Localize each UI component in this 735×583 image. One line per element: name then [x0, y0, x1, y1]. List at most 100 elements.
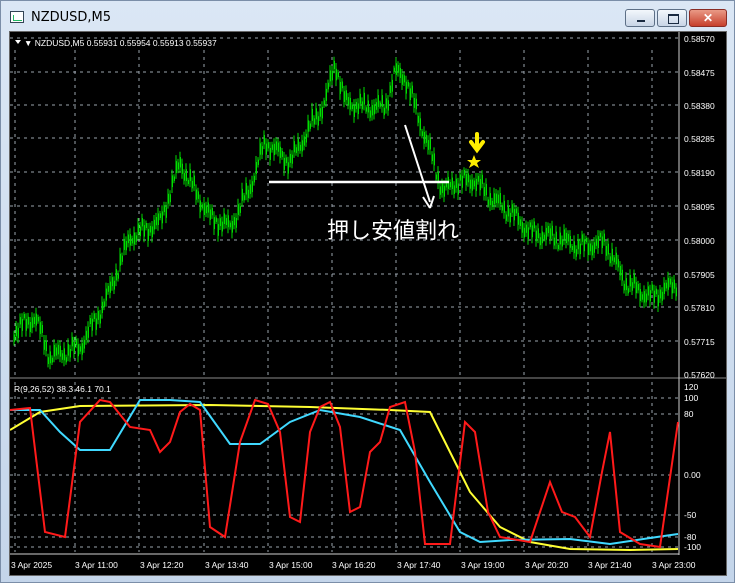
candle-body	[615, 252, 617, 265]
candle-body	[163, 205, 165, 213]
indicator-tick: -100	[684, 542, 701, 552]
candle-body	[355, 102, 357, 110]
candle-body	[59, 345, 61, 357]
chart-window: NZDUSD,M5 ✕ 押し安値割れ ▼ NZDUSD,M5 0.55931 0…	[0, 0, 735, 583]
candle-body	[429, 138, 431, 150]
candle-body	[103, 301, 105, 308]
candle-body	[563, 229, 565, 240]
price-tick: 0.57715	[684, 337, 715, 347]
candle-body	[357, 103, 359, 115]
candle-body	[247, 189, 249, 199]
candle-body	[177, 162, 179, 170]
candle-body	[63, 348, 65, 361]
candle-body	[79, 346, 81, 352]
candle-body	[577, 239, 579, 250]
candle-body	[657, 295, 659, 307]
candle-body	[199, 200, 201, 213]
time-tick: 3 Apr 23:00	[652, 560, 696, 570]
candle-body	[521, 221, 523, 233]
candle-body	[21, 319, 23, 331]
candle-body	[401, 74, 403, 85]
candle-body	[223, 213, 225, 224]
candle-body	[109, 281, 111, 293]
candle-body	[413, 98, 415, 108]
candle-body	[143, 225, 145, 237]
candle-body	[33, 316, 35, 324]
candle-body	[331, 70, 333, 81]
candle-body	[383, 107, 385, 116]
candle-body	[361, 101, 363, 110]
candle-body	[467, 173, 469, 183]
minimize-icon	[637, 20, 645, 22]
candle-body	[583, 239, 585, 252]
candle-body	[613, 257, 615, 263]
time-tick: 3 Apr 12:20	[140, 560, 184, 570]
candle-body	[375, 102, 377, 110]
candle-body	[89, 318, 91, 324]
candle-body	[363, 92, 365, 105]
candle-body	[315, 108, 317, 120]
candle-body	[537, 228, 539, 239]
candle-body	[439, 186, 441, 195]
candle-body	[77, 344, 79, 357]
main-header: ▼ NZDUSD,M5 0.55931 0.55954 0.55913 0.55…	[15, 38, 217, 48]
candle-body	[161, 211, 163, 224]
candle-body	[623, 283, 625, 291]
candle-body	[343, 91, 345, 102]
candle-body	[219, 218, 221, 227]
candle-body	[169, 194, 171, 203]
candle-body	[321, 106, 323, 119]
minimize-button[interactable]	[625, 9, 655, 27]
candle-body	[65, 357, 67, 363]
title-bar[interactable]: NZDUSD,M5 ✕	[1, 1, 734, 35]
candle-body	[149, 225, 151, 233]
time-tick: 3 Apr 13:40	[205, 560, 249, 570]
indicator-line-yellow	[10, 403, 679, 552]
candle-body	[663, 282, 665, 294]
candle-body	[39, 322, 41, 334]
candle-body	[145, 223, 147, 228]
candle-body	[531, 225, 533, 238]
candle-body	[671, 282, 673, 294]
candle-body	[455, 178, 457, 188]
candle-body	[391, 79, 393, 92]
candle-body	[131, 238, 133, 244]
candle-body	[151, 226, 153, 238]
candle-body	[101, 301, 103, 313]
candle-body	[461, 175, 463, 188]
candle-body	[405, 81, 407, 94]
candle-body	[621, 269, 623, 281]
candle-body	[591, 245, 593, 256]
candle-body	[597, 236, 599, 248]
candle-body	[569, 236, 571, 248]
candle-body	[297, 138, 299, 151]
close-button[interactable]: ✕	[689, 9, 727, 27]
indicator-header: R(9,26,52) 38.3 46.1 70.1	[14, 384, 111, 394]
price-tick: 0.58095	[684, 202, 715, 212]
candle-body	[229, 222, 231, 228]
candle-body	[497, 194, 499, 204]
candle-body	[533, 221, 535, 229]
candle-body	[215, 217, 217, 222]
candle-body	[341, 81, 343, 89]
candle-body	[449, 182, 451, 188]
candle-body	[659, 289, 661, 299]
candle-body	[371, 105, 373, 116]
candle-body	[669, 278, 671, 285]
candle-body	[69, 349, 71, 358]
candle-body	[259, 143, 261, 155]
candle-body	[277, 142, 279, 152]
candle-body	[13, 334, 15, 342]
candle-body	[543, 234, 545, 240]
candle-body	[313, 118, 315, 125]
indicator-axis: 120 100 80 0.00 -50 -80 -100	[684, 382, 701, 552]
close-icon: ✕	[702, 11, 714, 25]
candle-body	[431, 154, 433, 161]
maximize-button[interactable]	[657, 9, 687, 27]
candle-body	[111, 277, 113, 287]
chart-area[interactable]: 押し安値割れ ▼ NZDUSD,M5 0.55931 0.55954 0.559…	[9, 31, 727, 576]
candle-body	[325, 88, 327, 101]
candle-body	[279, 146, 281, 158]
dropdown-icon[interactable]	[15, 40, 21, 44]
candle-body	[507, 205, 509, 217]
